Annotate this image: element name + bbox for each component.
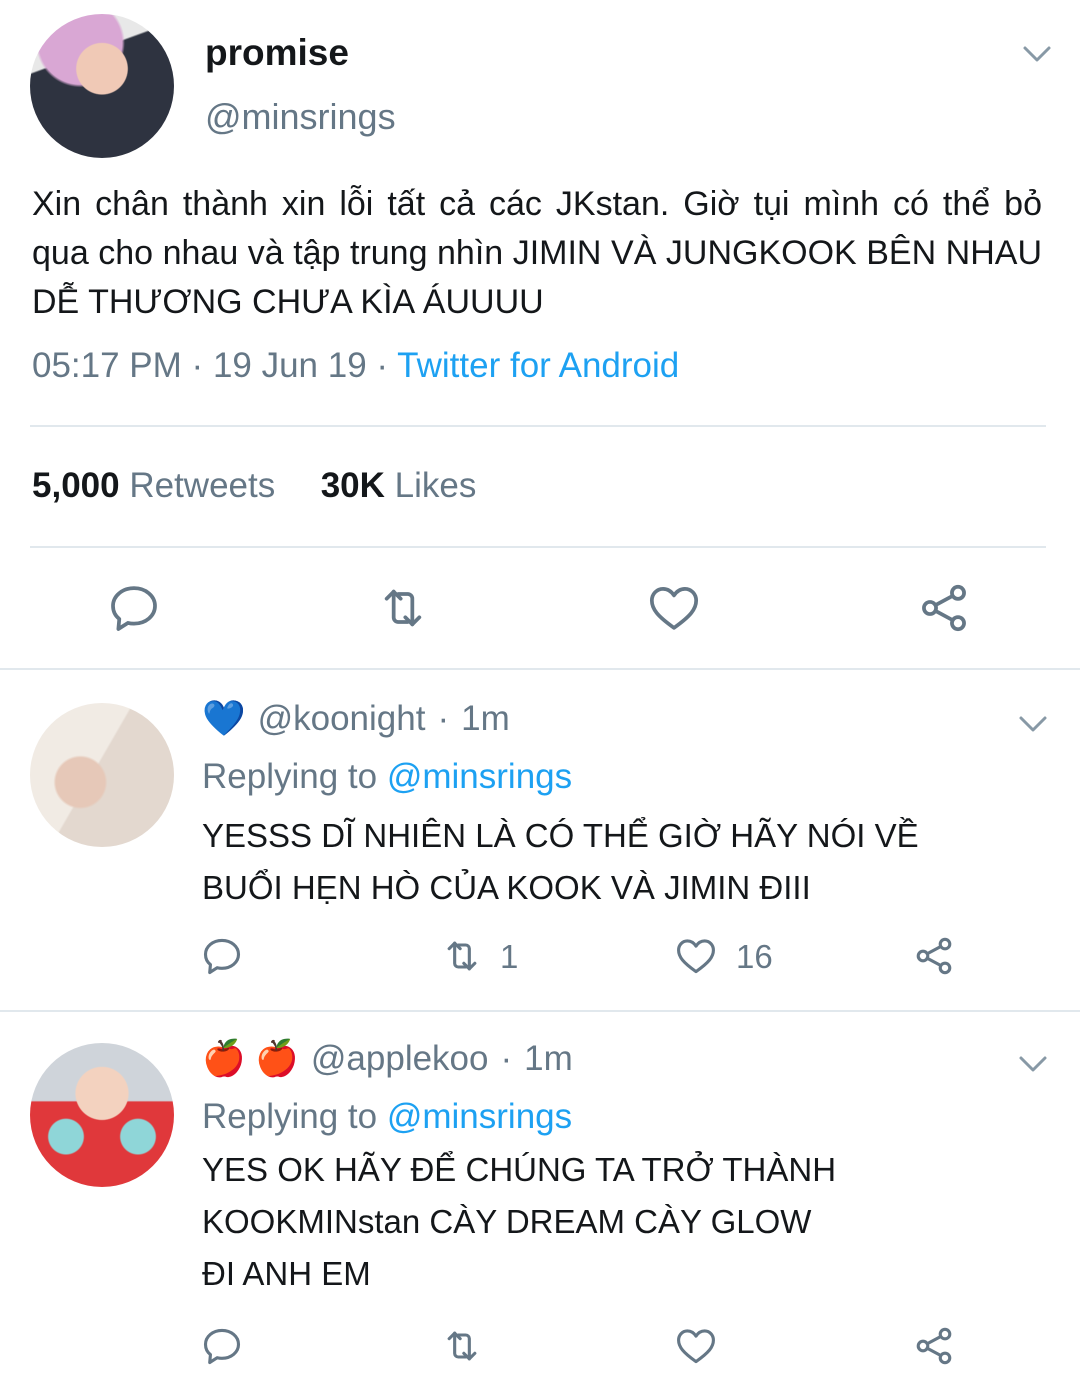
share-icon[interactable] xyxy=(916,580,972,636)
reply-emoji: 🍎 🍎 xyxy=(202,1039,299,1078)
retweets-count[interactable]: 5,000 xyxy=(32,466,120,505)
replying-to: Replying to @minsrings xyxy=(202,757,572,797)
share-icon[interactable] xyxy=(912,1324,956,1368)
reply-handle[interactable]: @applekoo xyxy=(311,1039,489,1079)
chevron-down-icon[interactable] xyxy=(1018,1054,1048,1074)
likes-label[interactable]: Likes xyxy=(395,466,477,505)
replying-mention[interactable]: @minsrings xyxy=(387,757,572,796)
heart-icon[interactable] xyxy=(646,580,702,636)
reply-line: KOOKMINstan CÀY DREAM CÀY GLOW xyxy=(202,1203,812,1240)
separator: · xyxy=(191,346,204,385)
chevron-down-icon[interactable] xyxy=(1018,714,1048,734)
reply-avatar[interactable] xyxy=(30,703,174,847)
reply-icon[interactable] xyxy=(200,1324,244,1368)
reply-icon[interactable] xyxy=(106,580,162,636)
divider xyxy=(0,1010,1080,1012)
replying-label: Replying to xyxy=(202,1097,378,1136)
reply-line: YESSS DĨ NHIÊN LÀ CÓ THỂ GIỜ HÃY NÓI VỀ xyxy=(202,817,919,854)
tweet-time: 05:17 PM xyxy=(32,346,182,385)
heart-icon[interactable] xyxy=(674,934,718,978)
reply-header: 🍎 🍎 @applekoo · 1m xyxy=(202,1038,573,1079)
reply-avatar[interactable] xyxy=(30,1043,174,1187)
reply-line: ĐI ANH EM xyxy=(202,1255,371,1292)
retweet-count: 1 xyxy=(500,938,519,975)
reply-handle[interactable]: @koonight xyxy=(258,699,426,739)
retweet-icon[interactable] xyxy=(375,580,431,636)
likes-count[interactable]: 30K xyxy=(321,466,385,505)
divider xyxy=(30,425,1046,427)
retweet-icon[interactable] xyxy=(440,1324,484,1368)
reply-emoji: 💙 xyxy=(202,699,246,738)
divider xyxy=(30,546,1046,548)
reply-line: BUỔI HẸN HÒ CỦA KOOK VÀ JIMIN ĐIII xyxy=(202,869,811,906)
reply-age: 1m xyxy=(461,698,510,738)
tweet-stats: 5,000 Retweets 30K Likes xyxy=(32,466,476,506)
reply-header: 💙 @koonight · 1m xyxy=(202,698,510,739)
author-avatar[interactable] xyxy=(30,14,174,158)
divider xyxy=(0,668,1080,670)
reply-age: 1m xyxy=(524,1038,573,1078)
tweet-text: Xin chân thành xin lỗi tất cả các JKstan… xyxy=(32,185,1042,321)
tweet-date: 19 Jun 19 xyxy=(212,346,367,385)
tweet-source-link[interactable]: Twitter for Android xyxy=(397,346,679,385)
separator: · xyxy=(376,346,389,385)
separator: · xyxy=(500,1038,513,1078)
reply-text: YESSS DĨ NHIÊN LÀ CÓ THỂ GIỜ HÃY NÓI VỀ … xyxy=(202,810,919,914)
retweets-label[interactable]: Retweets xyxy=(129,466,275,505)
reply-text: YES OK HÃY ĐỂ CHÚNG TA TRỞ THÀNH KOOKMIN… xyxy=(202,1144,836,1300)
replying-label: Replying to xyxy=(202,757,378,796)
heart-icon[interactable] xyxy=(674,1324,718,1368)
tweet-meta: 05:17 PM · 19 Jun 19 · Twitter for Andro… xyxy=(32,346,679,386)
like-count: 16 xyxy=(736,938,773,975)
replying-to: Replying to @minsrings xyxy=(202,1097,572,1137)
retweet-icon[interactable] xyxy=(440,934,484,978)
reply-icon[interactable] xyxy=(200,934,244,978)
author-handle[interactable]: @minsrings xyxy=(205,96,396,138)
reply-line: YES OK HÃY ĐỂ CHÚNG TA TRỞ THÀNH xyxy=(202,1151,837,1188)
separator: · xyxy=(437,698,450,738)
share-icon[interactable] xyxy=(912,934,956,978)
replying-mention[interactable]: @minsrings xyxy=(387,1097,572,1136)
author-name[interactable]: promise xyxy=(205,32,349,74)
chevron-down-icon[interactable] xyxy=(1022,44,1052,64)
